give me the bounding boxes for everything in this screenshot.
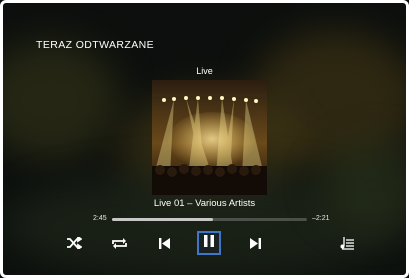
pause-icon (203, 234, 215, 253)
repeat-button[interactable] (108, 233, 130, 253)
album-title: Live (196, 66, 213, 76)
repeat-icon (111, 237, 128, 250)
skip-next-icon (249, 237, 262, 250)
remaining-time: –2:21 (312, 215, 330, 222)
next-button[interactable] (244, 233, 266, 253)
track-title: Live 01 – Various Artists (153, 198, 256, 209)
page-title: TERAZ ODTWARZANE (36, 39, 155, 51)
shuffle-icon (66, 237, 82, 249)
elapsed-time: 2:45 (93, 215, 107, 222)
playlist-icon (339, 236, 355, 250)
previous-button[interactable] (153, 233, 175, 253)
album-art (152, 80, 267, 195)
queue-button[interactable] (336, 233, 358, 253)
progress-fill (112, 218, 214, 221)
pause-button[interactable] (197, 231, 221, 255)
shuffle-button[interactable] (63, 233, 85, 253)
progress-bar[interactable] (112, 218, 307, 221)
skip-previous-icon (158, 237, 171, 250)
